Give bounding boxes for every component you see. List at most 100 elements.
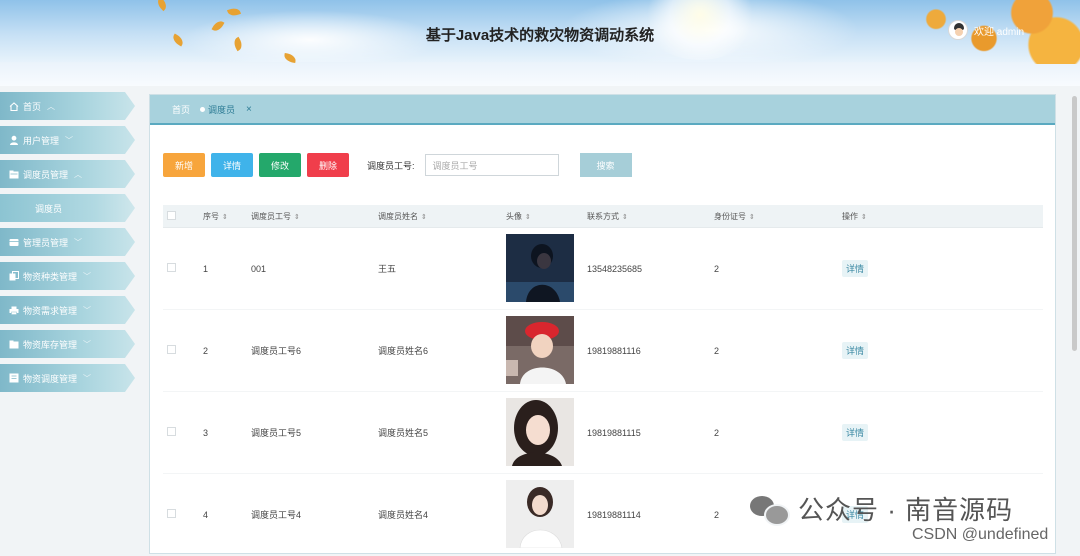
chevron-down-icon: ﹀	[83, 373, 92, 383]
header-banner: 基于Java技术的救灾物资调动系统 欢迎 admin	[0, 0, 1080, 86]
header-band	[0, 62, 1080, 86]
sidebar-item-material-dispatch[interactable]: 物资调度管理 ﹀	[0, 364, 135, 392]
card-icon	[9, 238, 19, 247]
select-all-checkbox[interactable]	[167, 210, 176, 220]
sort-icon: ⇕	[861, 213, 867, 221]
edit-button[interactable]: 修改	[259, 153, 301, 177]
sidebar-item-admin-management[interactable]: 管理员管理 ﹀	[0, 228, 135, 256]
column-header[interactable]: 调度员姓名 ⇕	[378, 211, 506, 222]
main-panel: 首页 调度员 × 新增 详情 修改 删除 调度员工号: 调度员工号 搜索 序号 ⇕…	[149, 94, 1056, 556]
sidebar-item-user-management[interactable]: 用户管理 ﹀	[0, 126, 135, 154]
folder-icon	[9, 170, 19, 179]
row-name: 调度员姓名4	[378, 510, 429, 520]
row-phone: 19819881116	[587, 345, 641, 356]
watermark: 公众号 · 南音源码	[750, 490, 1013, 527]
avatar-photo	[506, 397, 574, 466]
sidebar: 首页 ︿ 用户管理 ﹀ 调度员管理 ︿ 调度员 管理员管理 ﹀ 物资种类管理 ﹀	[0, 92, 140, 398]
search-label: 调度员工号:	[367, 160, 415, 171]
home-icon	[9, 101, 19, 111]
row-no: 2	[203, 345, 209, 356]
add-button[interactable]: 新增	[163, 153, 205, 177]
chevron-down-icon: ﹀	[83, 271, 92, 281]
chevron-down-icon: ﹀	[83, 305, 92, 315]
sidebar-item-home[interactable]: 首页 ︿	[0, 92, 135, 120]
wechat-icon	[750, 493, 790, 526]
user-menu[interactable]: 欢迎 admin	[948, 20, 1024, 40]
column-header[interactable]: 调度员工号 ⇕	[251, 211, 378, 222]
csdn-watermark: CSDN @undefined	[912, 526, 1049, 543]
sort-icon: ⇕	[222, 213, 228, 221]
avatar-photo	[506, 479, 574, 548]
column-header[interactable]: 联系方式 ⇕	[587, 211, 714, 222]
sidebar-item-label: 物资库存管理	[23, 339, 78, 350]
search-button[interactable]: 搜索	[579, 153, 632, 177]
table-header: 序号 ⇕ 调度员工号 ⇕ 调度员姓名 ⇕ 头像 ⇕ 联系方式 ⇕ 身份证号 ⇕ 操作 ⇕	[163, 205, 1043, 228]
row-code: 调度员工号4	[251, 510, 302, 520]
sidebar-item-label: 物资种类管理	[23, 271, 78, 282]
user-icon	[9, 135, 19, 145]
row-phone: 19819881114	[587, 509, 641, 520]
search-input[interactable]: 调度员工号	[424, 154, 559, 176]
doc-icon	[9, 373, 19, 383]
tab-bar: 首页 调度员 ×	[150, 95, 1055, 125]
chevron-up-icon: ︿	[74, 169, 83, 179]
row-id: 2	[714, 263, 720, 274]
detail-button[interactable]: 详情	[211, 153, 253, 177]
sort-icon: ⇕	[525, 213, 531, 221]
column-header[interactable]: 身份证号 ⇕	[714, 211, 842, 222]
copy-icon	[9, 271, 19, 281]
sidebar-item-material-category[interactable]: 物资种类管理 ﹀	[0, 262, 135, 290]
row-name: 王五	[378, 264, 397, 274]
row-id: 2	[714, 345, 720, 356]
table-row[interactable]: 2 调度员工号6 调度员姓名6 19819881116 2 详情	[163, 310, 1043, 392]
column-header[interactable]: 序号 ⇕	[203, 211, 251, 222]
sidebar-item-label: 调度员管理	[23, 169, 69, 180]
toolbar: 新增 详情 修改 删除 调度员工号: 调度员工号 搜索	[163, 153, 632, 177]
row-checkbox[interactable]	[167, 263, 176, 272]
page-title: 基于Java技术的救灾物资调动系统	[425, 27, 655, 44]
row-detail-button[interactable]: 详情	[842, 424, 869, 441]
close-icon[interactable]: ×	[246, 104, 252, 115]
sidebar-item-material-stock[interactable]: 物资库存管理 ﹀	[0, 330, 135, 358]
table-row[interactable]: 3 调度员工号5 调度员姓名5 19819881115 2 详情	[163, 392, 1043, 474]
tab-label: 调度员	[208, 104, 236, 115]
row-code: 调度员工号5	[251, 428, 302, 438]
scrollbar[interactable]	[1072, 96, 1077, 351]
sidebar-item-material-demand[interactable]: 物资需求管理 ﹀	[0, 296, 135, 324]
sidebar-item-label: 用户管理	[23, 135, 60, 146]
row-phone: 13548235685	[587, 263, 643, 274]
sidebar-item-label: 物资调度管理	[23, 373, 78, 384]
row-name: 调度员姓名6	[378, 346, 429, 356]
sidebar-item-dispatcher-management[interactable]: 调度员管理 ︿	[0, 160, 135, 188]
welcome-text: 欢迎 admin	[974, 26, 1025, 38]
row-no: 1	[203, 263, 209, 274]
print-icon	[9, 306, 19, 315]
column-header[interactable]: 操作 ⇕	[842, 211, 1043, 222]
row-phone: 19819881115	[587, 427, 641, 438]
tab-home[interactable]: 首页	[172, 103, 190, 116]
row-checkbox[interactable]	[167, 345, 176, 354]
row-name: 调度员姓名5	[378, 428, 429, 438]
tab-dispatcher[interactable]: 调度员 ×	[200, 103, 252, 116]
row-no: 3	[203, 427, 209, 438]
row-code: 001	[251, 263, 267, 274]
row-code: 调度员工号6	[251, 346, 302, 356]
sidebar-item-label: 物资需求管理	[23, 305, 78, 316]
sort-icon: ⇕	[622, 213, 628, 221]
row-detail-button[interactable]: 详情	[842, 260, 869, 277]
active-dot-icon	[200, 106, 206, 112]
chevron-down-icon: ﹀	[83, 339, 92, 349]
table-row[interactable]: 1 001 王五 13548235685 2 详情	[163, 228, 1043, 310]
row-checkbox[interactable]	[167, 509, 176, 518]
row-checkbox[interactable]	[167, 427, 176, 436]
sort-icon: ⇕	[421, 213, 427, 221]
delete-button[interactable]: 删除	[307, 153, 349, 177]
column-header[interactable]: 头像 ⇕	[506, 211, 587, 222]
chevron-up-icon: ︿	[47, 101, 56, 111]
avatar	[948, 20, 968, 40]
row-detail-button[interactable]: 详情	[842, 342, 869, 359]
watermark-text: 公众号 · 南音源码	[798, 495, 1014, 525]
sort-icon: ⇕	[749, 213, 755, 221]
sidebar-item-label: 首页	[23, 101, 42, 112]
sidebar-subitem-dispatcher[interactable]: 调度员	[0, 194, 135, 222]
